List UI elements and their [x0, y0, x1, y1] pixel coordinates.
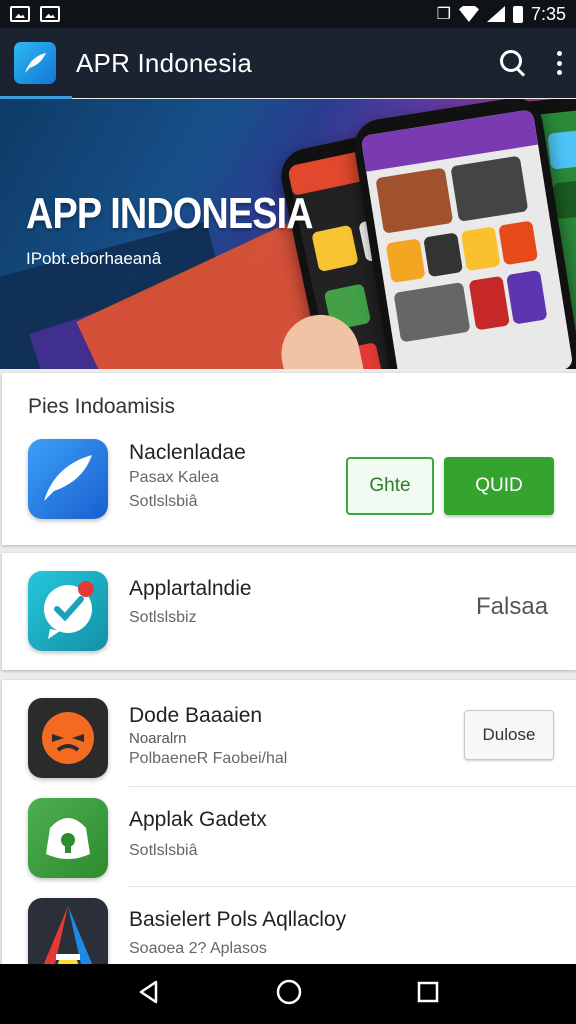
home-icon[interactable] — [275, 978, 303, 1011]
app-meta: Sotlslsbiz — [129, 609, 197, 626]
wifi-icon — [458, 6, 479, 22]
promo-banner[interactable]: APP INDONESIA IPobt.eborhaeanâ — [0, 99, 576, 369]
app-card[interactable]: Applartalndie Sotlslsbiz Falsaa — [2, 553, 576, 670]
app-meta: Pasax Kalea — [129, 469, 219, 486]
app-list-card: Dode Baaaien Noaralrn PolbaeneR Faobei/h… — [2, 680, 576, 980]
list-item[interactable]: Applartalndie Sotlslsbiz Falsaa — [2, 571, 576, 651]
back-icon[interactable] — [136, 979, 162, 1010]
banner-title: APP INDONESIA — [26, 189, 314, 238]
open-button[interactable]: Ghte — [346, 457, 434, 515]
navigation-bar — [0, 964, 576, 1024]
app-status: Falsaa — [476, 593, 549, 620]
more-vert-icon[interactable] — [556, 51, 562, 75]
status-time: 7:35 — [530, 3, 566, 24]
app-bar: APR Indonesia — [0, 28, 576, 98]
android-lock-icon — [28, 798, 108, 878]
app-meta: Sotlslsbiâ — [129, 493, 198, 510]
image-icon — [40, 6, 60, 22]
recents-icon[interactable] — [416, 980, 440, 1009]
app-name: Applartalndie — [129, 577, 252, 600]
list-item[interactable]: Dode Baaaien Noaralrn PolbaeneR Faobei/h… — [2, 698, 576, 778]
app-logo-icon[interactable] — [14, 42, 56, 84]
battery-icon — [512, 5, 523, 23]
divider — [129, 786, 576, 787]
list-item[interactable]: Naclenladae Pasax Kalea Sotlslsbiâ Ghte … — [2, 437, 576, 527]
status-bar: ❒ 7:35 — [0, 0, 576, 28]
app-name: Basielert Pols Aqllacloy — [129, 908, 347, 931]
close-button[interactable]: Dulose — [464, 710, 554, 760]
app-meta: Noaralrn — [129, 730, 187, 747]
phone-illustration — [350, 99, 576, 369]
app-meta: Sotlslsbiâ — [129, 842, 198, 859]
app-title: APR Indonesia — [76, 47, 253, 78]
chat-check-icon — [28, 571, 108, 651]
section-title: Pies Indoamisis — [28, 395, 176, 418]
search-icon[interactable] — [498, 48, 528, 78]
install-button[interactable]: QUID — [444, 457, 554, 515]
app-name: Dode Baaaien — [129, 704, 263, 727]
divider — [129, 886, 576, 887]
banner-subtitle: IPobt.eborhaeanâ — [26, 249, 162, 268]
app-meta: Soaoea 2? Aplasos — [129, 940, 267, 957]
app-name: Applak Gadetx — [129, 808, 267, 831]
signal-icon — [486, 6, 505, 22]
feather-icon — [28, 439, 108, 519]
image-icon — [10, 6, 30, 22]
list-item[interactable]: Applak Gadetx Sotlslsbiâ — [2, 798, 576, 878]
app-name: Naclenladae — [129, 441, 246, 464]
featured-card: Pies Indoamisis Naclenladae Pasax Kalea … — [2, 373, 576, 545]
vibrate-icon: ❒ — [436, 6, 451, 23]
face-icon — [28, 698, 108, 778]
app-meta: PolbaeneR Faobei/hal — [129, 750, 288, 767]
